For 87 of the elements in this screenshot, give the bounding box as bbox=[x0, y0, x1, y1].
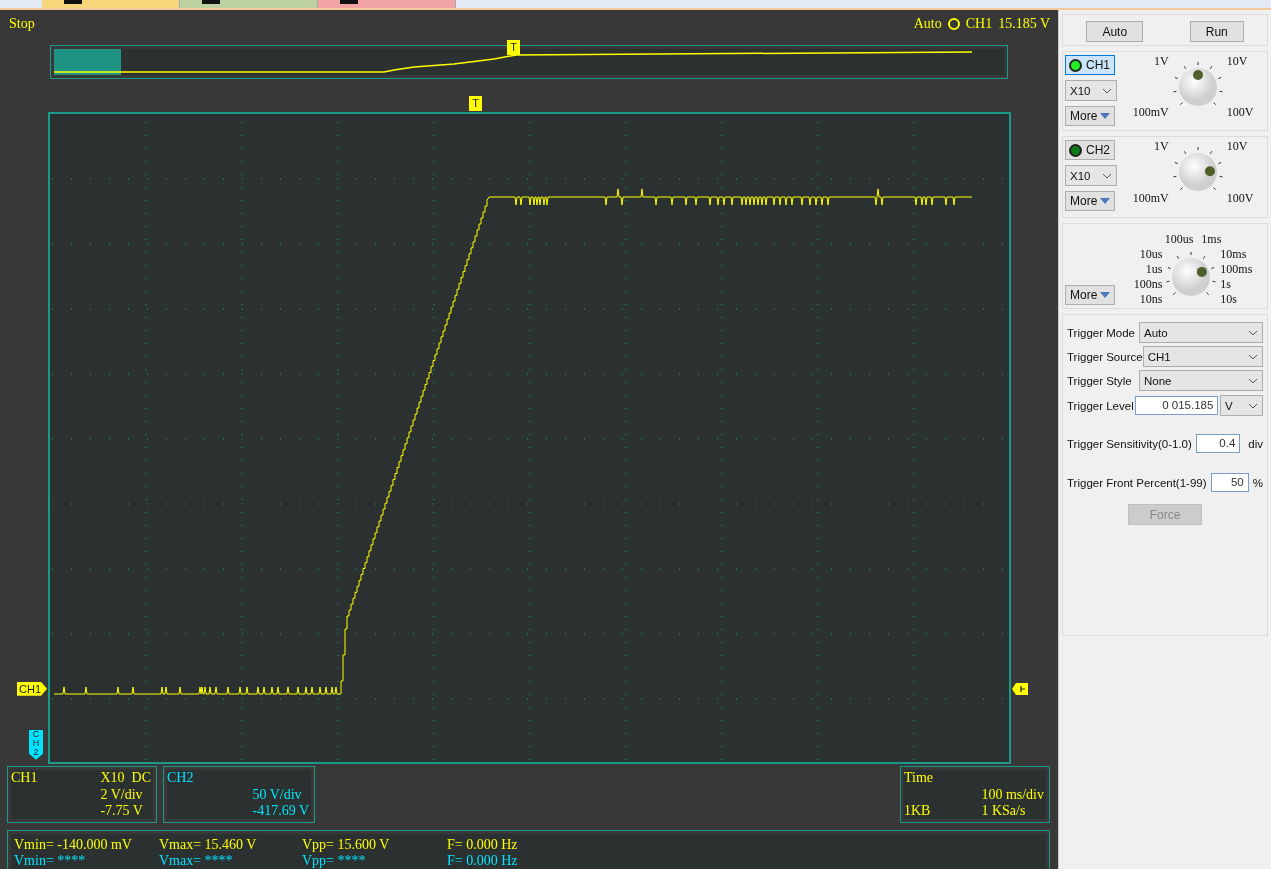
ring-icon bbox=[947, 17, 960, 30]
chevron-down-icon bbox=[1102, 172, 1112, 179]
probe-dropdown[interactable]: X10 bbox=[1065, 165, 1117, 186]
knob-label: 1V bbox=[1153, 55, 1169, 67]
knob-label: 100ns bbox=[1133, 278, 1163, 290]
trigger-dropdown[interactable]: CH1 bbox=[1142, 346, 1263, 367]
knob-label: 100ms bbox=[1220, 263, 1253, 275]
tab-icon bbox=[340, 0, 358, 4]
measurement-value: Vpp= **** bbox=[302, 853, 367, 869]
field-label: Trigger Sensitivity(0-1.0) bbox=[1067, 437, 1192, 450]
sample-rate: 1 KSa/s bbox=[981, 802, 1027, 819]
triangle-down-icon bbox=[1100, 198, 1110, 204]
knob-label: 1us bbox=[1144, 263, 1163, 275]
unit-label: % bbox=[1252, 476, 1263, 489]
memory-depth: 1KB bbox=[904, 802, 932, 819]
channel-name: CH1 bbox=[11, 770, 39, 787]
volts-per-div: 50 V/div bbox=[252, 786, 303, 803]
front-percent-field[interactable]: 50 bbox=[1210, 473, 1249, 492]
knob-label: 100V bbox=[1226, 106, 1254, 118]
chevron-down-icon bbox=[1248, 377, 1258, 384]
channel-button[interactable]: CH2 bbox=[1065, 140, 1115, 160]
trigger-level-field[interactable]: 0 015.185 bbox=[1135, 396, 1219, 415]
chevron-down-icon bbox=[1248, 329, 1258, 336]
offset-value: -7.75 V bbox=[100, 802, 144, 819]
tab-icon bbox=[64, 0, 82, 4]
measurement-value: Vmax= **** bbox=[159, 853, 234, 869]
knob-label: 100mV bbox=[1132, 192, 1169, 204]
knob-label: 10us bbox=[1138, 248, 1163, 260]
chevron-down-icon bbox=[1102, 87, 1112, 94]
time-per-div: 100 ms/div bbox=[981, 786, 1044, 803]
knob-label: 10ms bbox=[1220, 248, 1248, 260]
level-marker-icon[interactable] bbox=[1012, 682, 1028, 695]
field-label: Trigger Level bbox=[1067, 399, 1134, 412]
trigger-mode: Auto bbox=[913, 15, 942, 32]
knob-label: 1V bbox=[1153, 140, 1169, 152]
tab[interactable] bbox=[180, 0, 318, 8]
knob-label: 10s bbox=[1220, 293, 1238, 305]
field-label: Trigger Mode bbox=[1067, 326, 1135, 339]
tab-icon bbox=[202, 0, 220, 4]
field-label: Trigger Style bbox=[1067, 374, 1132, 387]
channel-name: CH2 bbox=[167, 770, 195, 787]
trigger-value: 15.185 V bbox=[998, 15, 1050, 32]
trigger-marker[interactable]: T bbox=[507, 39, 520, 55]
more-button[interactable]: More bbox=[1065, 191, 1115, 211]
knob-label: 100us bbox=[1164, 233, 1194, 248]
trigger-marker[interactable]: T bbox=[469, 95, 482, 111]
knob-label: 1s bbox=[1220, 278, 1232, 290]
trigger-channel: CH1 bbox=[965, 15, 993, 32]
unit-dropdown[interactable]: V bbox=[1220, 395, 1263, 416]
ch1-marker[interactable]: CH1 bbox=[17, 681, 47, 696]
measurement-value: F= 0.000 Hz bbox=[447, 853, 519, 869]
probe-dropdown[interactable]: X10 bbox=[1065, 80, 1117, 101]
triangle-down-icon bbox=[1100, 113, 1110, 119]
time-title: Time bbox=[904, 770, 935, 787]
channel-button[interactable]: CH1 bbox=[1065, 55, 1115, 75]
more-button[interactable]: More bbox=[1065, 285, 1115, 305]
measurement-value: Vmax= 15.460 V bbox=[159, 837, 258, 853]
trigger-dropdown[interactable]: None bbox=[1139, 370, 1263, 391]
run-state: Stop bbox=[9, 15, 35, 32]
chevron-down-icon bbox=[1248, 402, 1258, 409]
tab[interactable] bbox=[42, 0, 180, 8]
probe-coupling: X10 DC bbox=[100, 770, 151, 787]
knob-label: 100V bbox=[1226, 192, 1254, 204]
field-label: Trigger Source bbox=[1067, 350, 1143, 363]
triangle-down-icon bbox=[1100, 292, 1110, 298]
offset-value: -417.69 V bbox=[252, 802, 309, 819]
measurement-value: Vmin= -140.000 mV bbox=[14, 837, 133, 853]
measurement-value: Vpp= 15.600 V bbox=[302, 837, 391, 853]
knob-label: 10ns bbox=[1138, 293, 1163, 305]
ch2-marker[interactable]: CH2 bbox=[29, 729, 43, 760]
auto-button[interactable]: Auto bbox=[1086, 21, 1144, 42]
tab[interactable] bbox=[318, 0, 456, 8]
trigger-dropdown[interactable]: Auto bbox=[1139, 322, 1263, 343]
field-label: Trigger Front Percent(1-99) bbox=[1067, 476, 1207, 489]
chevron-down-icon bbox=[1248, 353, 1258, 360]
volts-per-div: 2 V/div bbox=[100, 786, 144, 803]
unit-label: div bbox=[1248, 437, 1263, 450]
measurement-value: F= 0.000 Hz bbox=[447, 837, 519, 853]
run-button[interactable]: Run bbox=[1189, 21, 1244, 42]
more-button[interactable]: More bbox=[1065, 106, 1115, 126]
knob-label: 1ms bbox=[1201, 233, 1222, 248]
sensitivity-field[interactable]: 0.4 bbox=[1195, 434, 1241, 453]
measurement-value: Vmin= **** bbox=[14, 853, 87, 869]
view-window[interactable] bbox=[54, 48, 121, 75]
knob-label: 10V bbox=[1226, 140, 1249, 152]
knob-label: 100mV bbox=[1132, 106, 1169, 118]
knob-label: 10V bbox=[1226, 55, 1249, 67]
